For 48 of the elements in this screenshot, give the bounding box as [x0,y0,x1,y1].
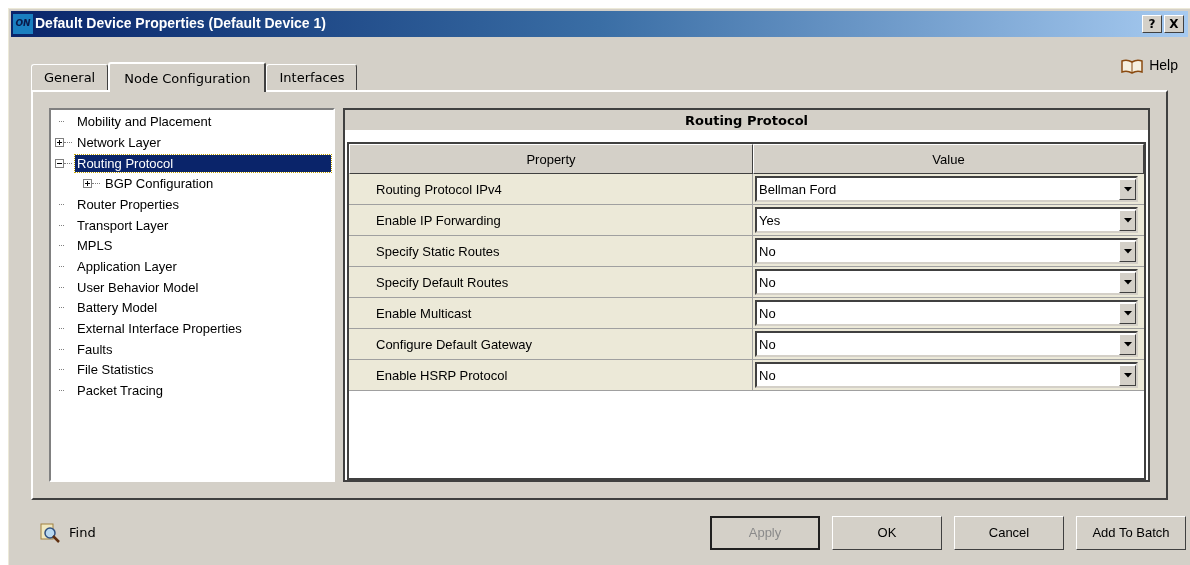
tab[interactable]: General [31,64,109,91]
value-dropdown[interactable]: No [755,300,1138,327]
property-cell: Specify Default Routes [349,267,753,299]
property-cell: Configure Default Gateway [349,329,753,361]
property-cell: Enable HSRP Protocol [349,360,753,392]
panel-title: Routing Protocol [345,110,1148,133]
tree-item[interactable]: Network Layer [75,133,163,151]
dialog-button[interactable]: Cancel [954,515,1064,550]
help-link[interactable]: Help [1121,55,1178,77]
tree-item[interactable]: Packet Tracing [75,382,165,400]
find-link[interactable]: Find [39,522,96,543]
tree-item[interactable]: Router Properties [75,195,181,213]
app-logo-icon: ON [13,13,33,34]
tab[interactable]: Node Configuration [108,62,267,93]
property-cell: Enable IP Forwarding [349,205,753,237]
tree-item[interactable]: BGP Configuration [103,175,216,193]
tree-item[interactable]: Transport Layer [75,216,171,234]
value-dropdown[interactable]: No [755,331,1138,358]
tree-item[interactable]: Application Layer [75,258,179,276]
property-cell: Routing Protocol IPv4 [349,174,753,206]
help-button[interactable]: ? [1142,14,1162,33]
dialog-button[interactable]: OK [832,515,942,550]
column-header: Value [753,144,1144,175]
property-cell: Specify Static Routes [349,236,753,268]
tree-item[interactable]: Battery Model [75,299,160,317]
dialog-button[interactable]: Add To Batch [1076,515,1186,550]
tree-item[interactable]: User Behavior Model [75,278,201,296]
tree-item[interactable]: File Statistics [75,361,156,379]
close-button[interactable]: X [1164,14,1184,33]
value-dropdown[interactable]: No [755,238,1138,265]
value-dropdown[interactable]: Yes [755,207,1138,234]
search-icon [39,522,61,543]
tree-item[interactable]: Routing Protocol [75,154,331,172]
expand-icon[interactable] [55,137,64,147]
tree-item[interactable]: MPLS [75,237,115,255]
tree-item[interactable]: Faults [75,340,115,358]
tree-item[interactable]: Mobility and Placement [75,113,214,131]
collapse-icon[interactable] [55,158,64,168]
book-icon [1121,57,1144,74]
tab[interactable]: Interfaces [266,64,358,91]
value-dropdown[interactable]: No [755,362,1138,389]
value-dropdown[interactable]: Bellman Ford [755,176,1138,203]
value-dropdown[interactable]: No [755,269,1138,296]
expand-icon[interactable] [83,179,92,189]
tree-item[interactable]: External Interface Properties [75,320,244,338]
column-header: Property [349,144,753,175]
property-cell: Enable Multicast [349,298,753,330]
window-title: Default Device Properties (Default Device 1) [35,14,326,34]
